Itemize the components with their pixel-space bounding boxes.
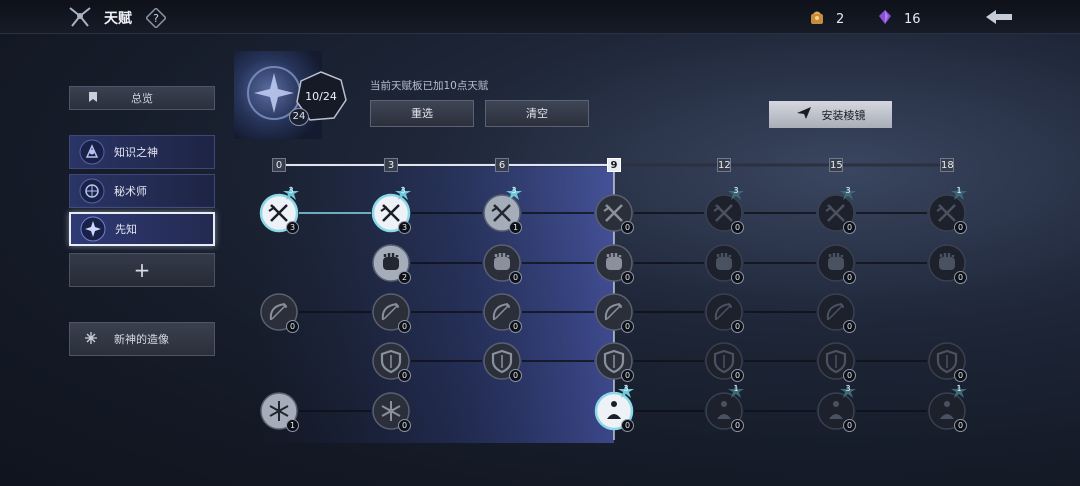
talent-node-value: 0	[731, 221, 744, 234]
talent-tree-lines	[258, 163, 947, 443]
threshold-tick: 3	[384, 158, 398, 172]
talent-node-value: 0	[509, 369, 522, 382]
talent-node-value: 0	[398, 419, 411, 432]
talent-node-value: 0	[509, 271, 522, 284]
talent-node-value: 1	[286, 419, 299, 432]
talent-node-value: 0	[731, 369, 744, 382]
talent-node-value: 0	[398, 369, 411, 382]
star-rank-value: 3	[845, 186, 851, 195]
talent-node-value: 0	[621, 271, 634, 284]
talent-node-value: 0	[731, 419, 744, 432]
talent-node-value: 0	[621, 320, 634, 333]
threshold-tick: 6	[495, 158, 509, 172]
star-rank-value: 3	[400, 186, 406, 195]
threshold-tick: 0	[272, 158, 286, 172]
threshold-tick: 9	[607, 158, 621, 172]
talent-node-value: 0	[843, 221, 856, 234]
star-rank-value: 3	[623, 384, 629, 393]
talent-node-value: 0	[954, 419, 967, 432]
talent-node-value: 0	[843, 271, 856, 284]
talent-node-value: 0	[731, 320, 744, 333]
threshold-tick: 12	[717, 158, 731, 172]
star-rank-value: 3	[511, 186, 517, 195]
talent-node-value: 0	[843, 419, 856, 432]
star-rank-value: 3	[288, 186, 294, 195]
star-rank-value: 3	[733, 186, 739, 195]
star-rank-value: 1	[733, 384, 739, 393]
star-rank-value: 1	[956, 186, 962, 195]
talent-node-value: 3	[398, 221, 411, 234]
talent-node-value: 2	[398, 271, 411, 284]
threshold-tick: 15	[829, 158, 843, 172]
talent-node-value: 0	[954, 271, 967, 284]
talent-node-value: 1	[509, 221, 522, 234]
talent-node-value: 0	[398, 320, 411, 333]
talent-node-value: 0	[843, 369, 856, 382]
threshold-tick: 18	[940, 158, 954, 172]
star-rank-value: 3	[845, 384, 851, 393]
talent-node-value: 0	[731, 271, 744, 284]
talent-node-value: 3	[286, 221, 299, 234]
talent-node-value: 0	[954, 221, 967, 234]
star-rank-value: 1	[956, 384, 962, 393]
talent-node-value: 0	[509, 320, 522, 333]
talent-node-value: 0	[621, 221, 634, 234]
talent-node-value: 0	[954, 369, 967, 382]
talent-node-value: 0	[621, 419, 634, 432]
talent-node-value: 0	[621, 369, 634, 382]
talent-node-value: 0	[843, 320, 856, 333]
talent-node-value: 0	[286, 320, 299, 333]
